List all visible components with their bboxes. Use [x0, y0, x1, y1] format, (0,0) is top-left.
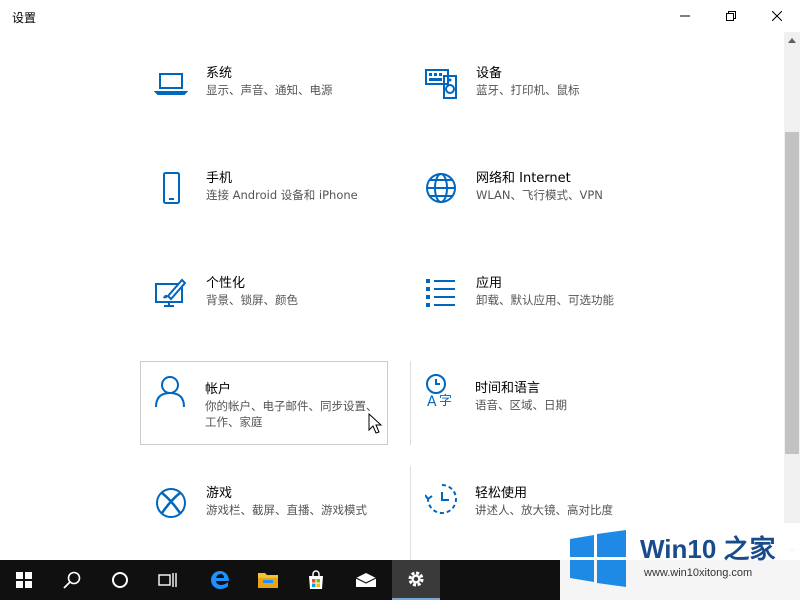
tile-gaming[interactable]: 游戏 游戏栏、截屏、直播、游戏模式: [142, 478, 390, 562]
tile-description: WLAN、飞行模式、VPN: [476, 188, 603, 202]
tile-system[interactable]: 系统 显示、声音、通知、电源: [142, 58, 390, 142]
tile-devices[interactable]: 设备 蓝牙、打印机、鼠标: [412, 58, 660, 142]
time-language-icon: A 字: [426, 374, 452, 407]
minimize-icon: [680, 15, 690, 17]
tile-label: 手机: [206, 171, 233, 186]
edge-icon: [211, 571, 229, 589]
tile-label: 网络和 Internet: [476, 171, 571, 186]
mail-icon: [355, 573, 377, 587]
file-explorer-button[interactable]: [244, 560, 292, 600]
window-title: 设置: [12, 11, 37, 25]
watermark-title: Win10 之家: [640, 534, 776, 564]
tile-description: 背景、锁屏、颜色: [206, 293, 298, 307]
file-explorer-icon: [258, 573, 278, 588]
watermark: Win10 之家 www.win10xitong.com: [560, 523, 800, 600]
tile-time-language[interactable]: A 字 时间和语言 语音、区域、日期: [410, 361, 658, 445]
phone-icon: [163, 172, 180, 204]
close-button[interactable]: [754, 0, 800, 32]
paint-monitor-icon: [155, 278, 187, 307]
search-button[interactable]: [48, 560, 96, 600]
tile-description: 显示、声音、通知、电源: [206, 83, 333, 97]
edge-button[interactable]: [196, 560, 244, 600]
tile-description: 连接 Android 设备和 iPhone: [206, 188, 358, 202]
xbox-icon: [156, 488, 186, 518]
tile-phone[interactable]: 手机 连接 Android 设备和 iPhone: [142, 163, 390, 247]
watermark-url: www.win10xitong.com: [644, 567, 753, 579]
list-icon: [426, 279, 455, 307]
tile-description: 游戏栏、截屏、直播、游戏模式: [206, 503, 367, 517]
svg-text:字: 字: [439, 394, 452, 407]
tile-description: 语音、区域、日期: [475, 398, 567, 412]
chevron-up-icon: [788, 37, 796, 43]
tile-description: 讲述人、放大镜、高对比度: [475, 503, 613, 517]
tile-label: 帐户: [205, 382, 232, 397]
tile-label: 系统: [206, 66, 233, 81]
restore-icon: [726, 11, 736, 21]
store-icon: [309, 570, 323, 589]
tile-label: 设备: [476, 66, 503, 81]
tile-label: 时间和语言: [475, 381, 541, 396]
tile-label: 轻松使用: [475, 486, 528, 501]
store-button[interactable]: [292, 560, 340, 600]
person-icon: [155, 376, 185, 408]
scroll-up-button[interactable]: [784, 32, 800, 48]
tile-personalization[interactable]: 个性化 背景、锁屏、颜色: [142, 268, 390, 352]
windows-logo-icon: [570, 530, 626, 587]
close-icon: [772, 11, 782, 21]
minimize-button[interactable]: [662, 0, 708, 32]
task-view-button[interactable]: [144, 560, 192, 600]
cortana-icon: [112, 572, 128, 588]
globe-icon: [426, 173, 456, 203]
tile-network[interactable]: 网络和 Internet WLAN、飞行模式、VPN: [412, 163, 660, 247]
settings-taskbar-button[interactable]: [392, 560, 440, 600]
settings-gear-icon: [408, 571, 424, 587]
mail-button[interactable]: [342, 560, 390, 600]
tile-description: 卸载、默认应用、可选功能: [476, 293, 614, 307]
task-view-icon: [158, 573, 177, 587]
keyboard-speaker-icon: [425, 69, 457, 99]
cortana-button[interactable]: [96, 560, 144, 600]
vertical-scrollbar[interactable]: [784, 32, 800, 560]
tile-label: 个性化: [206, 276, 246, 291]
tile-description: 蓝牙、打印机、鼠标: [476, 83, 580, 97]
tile-description: 你的帐户、电子邮件、同步设置、工作、家庭: [205, 399, 378, 429]
ease-of-access-icon: [425, 484, 457, 514]
restore-button[interactable]: [708, 0, 754, 32]
laptop-icon: [154, 73, 188, 95]
settings-window: 设置 系统 显示、声音、通知、电源 设备 蓝牙、打印机、鼠标 手机 连接 And…: [0, 0, 800, 560]
scroll-thumb[interactable]: [785, 132, 799, 454]
tile-accounts[interactable]: 帐户 你的帐户、电子邮件、同步设置、工作、家庭: [140, 361, 388, 445]
svg-text:A: A: [427, 394, 437, 407]
title-bar: 设置: [0, 0, 800, 32]
start-icon: [16, 572, 32, 588]
mouse-cursor-icon: [368, 413, 383, 434]
tile-apps[interactable]: 应用 卸载、默认应用、可选功能: [412, 268, 660, 352]
tile-label: 游戏: [206, 486, 233, 501]
tile-label: 应用: [476, 276, 503, 291]
search-icon: [63, 571, 81, 589]
start-button[interactable]: [0, 560, 48, 600]
